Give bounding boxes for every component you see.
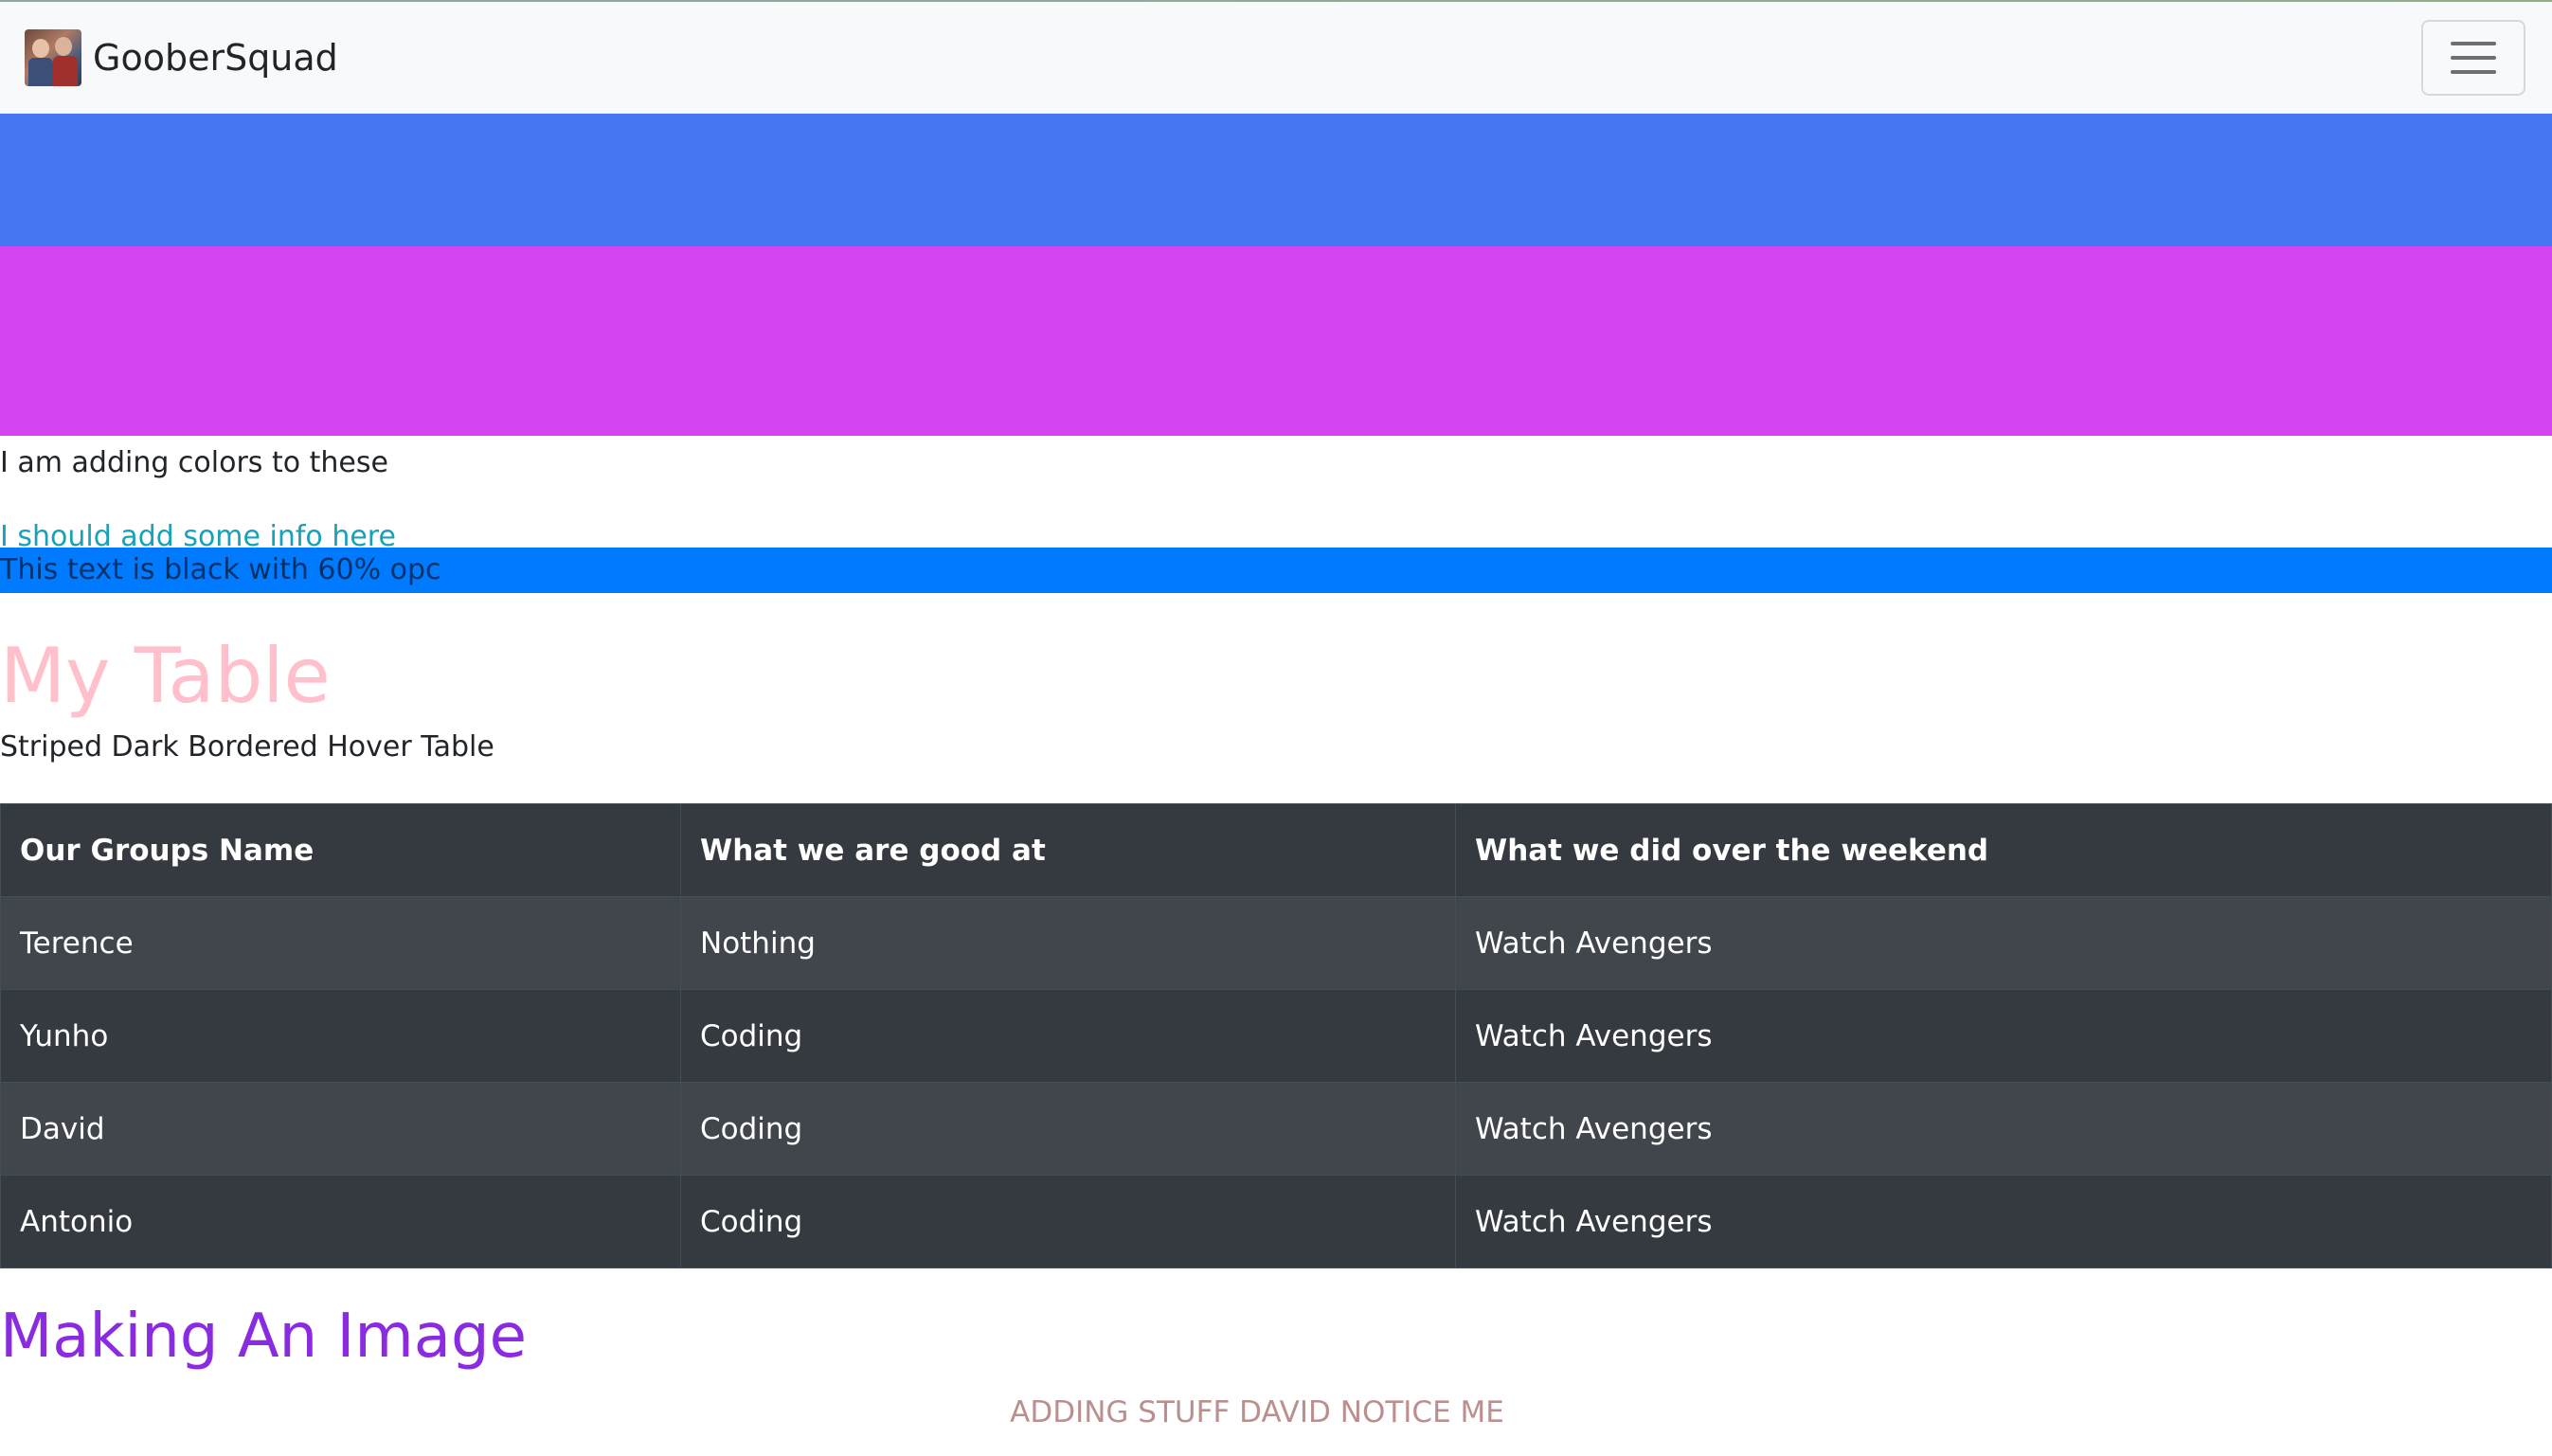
- cell-weekend: Watch Avengers: [1455, 1082, 2552, 1176]
- table-header-row: Our Groups Name What we are good at What…: [0, 803, 2552, 897]
- making-image-heading: Making An Image: [0, 1302, 527, 1372]
- navbar-brand[interactable]: GooberSquad: [25, 28, 338, 86]
- cell-name: David: [0, 1082, 681, 1176]
- header-weekend: What we did over the weekend: [1455, 803, 2552, 897]
- navbar: GooberSquad: [0, 2, 2552, 114]
- table-row[interactable]: Yunho Coding Watch Avengers: [0, 989, 2552, 1083]
- hamburger-menu-icon: [2451, 41, 2496, 45]
- cell-skill: Nothing: [680, 896, 1456, 990]
- cell-skill: Coding: [680, 989, 1456, 1083]
- cell-name: Terence: [0, 896, 681, 990]
- my-table-heading: My Table: [0, 632, 331, 720]
- blue-color-band: [0, 114, 2552, 246]
- header-group-name: Our Groups Name: [0, 803, 681, 897]
- header-good-at: What we are good at: [680, 803, 1456, 897]
- cell-skill: Coding: [680, 1082, 1456, 1176]
- cell-name: Antonio: [0, 1175, 681, 1268]
- navbar-toggler-button[interactable]: [2421, 19, 2525, 96]
- cell-weekend: Watch Avengers: [1455, 1175, 2552, 1268]
- primary-bar-text: This text is black with 60% opc: [0, 548, 2552, 593]
- purple-color-band: [0, 246, 2552, 436]
- table-row[interactable]: Terence Nothing Watch Avengers: [0, 896, 2552, 990]
- table-row[interactable]: Antonio Coding Watch Avengers: [0, 1175, 2552, 1268]
- notice-text: ADDING STUFF DAVID NOTICE ME: [1010, 1395, 1504, 1429]
- brand-logo-icon: [25, 28, 81, 86]
- cell-weekend: Watch Avengers: [1455, 989, 2552, 1083]
- groups-table: Our Groups Name What we are good at What…: [0, 803, 2552, 1268]
- brand-text: GooberSquad: [93, 36, 338, 79]
- table-subtitle: Striped Dark Bordered Hover Table: [0, 730, 494, 764]
- cell-weekend: Watch Avengers: [1455, 896, 2552, 990]
- table-row[interactable]: David Coding Watch Avengers: [0, 1082, 2552, 1176]
- cell-skill: Coding: [680, 1175, 1456, 1268]
- cell-name: Yunho: [0, 989, 681, 1083]
- adding-colors-text: I am adding colors to these: [0, 446, 388, 479]
